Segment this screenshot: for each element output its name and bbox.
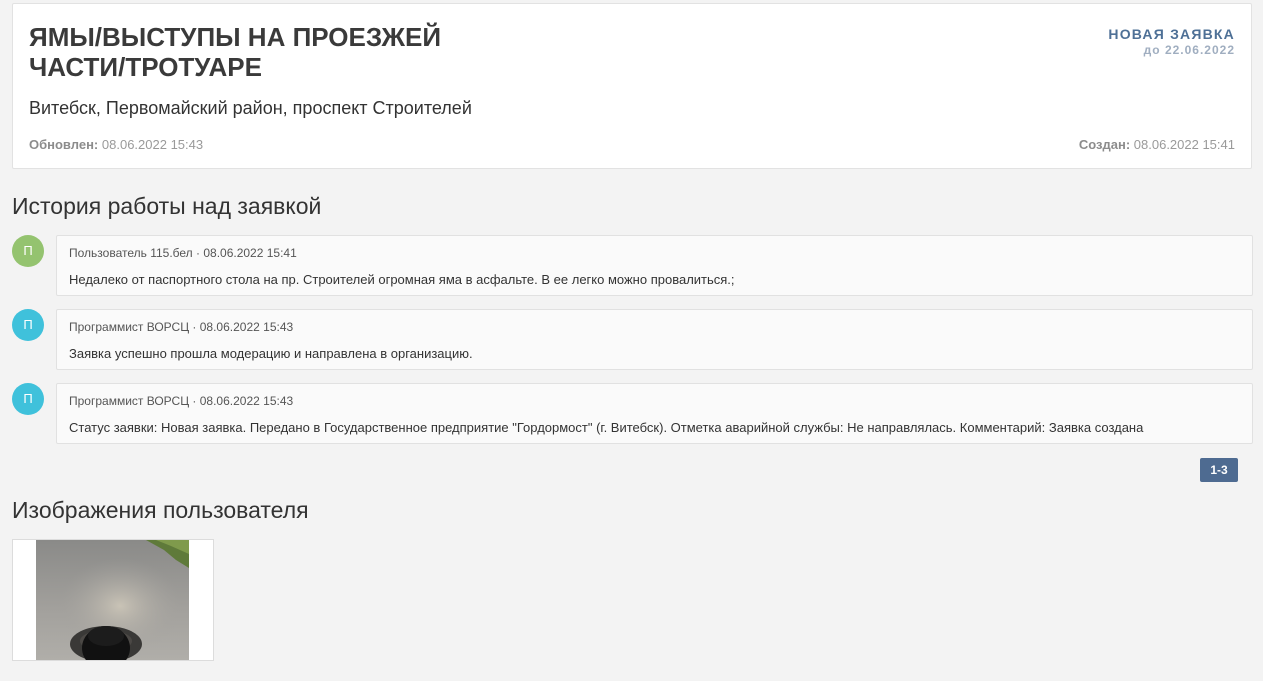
image-thumbnail[interactable] bbox=[12, 539, 214, 661]
request-card: ЯМЫ/ВЫСТУПЫ НА ПРОЕЗЖЕЙ ЧАСТИ/ТРОТУАРЕ Н… bbox=[12, 3, 1252, 169]
request-title: ЯМЫ/ВЫСТУПЫ НА ПРОЕЗЖЕЙ ЧАСТИ/ТРОТУАРЕ bbox=[29, 22, 442, 82]
avatar: П bbox=[12, 309, 44, 341]
entry-meta: Программист ВОРСЦ · 08.06.2022 15:43 bbox=[69, 320, 294, 334]
entry-text: Статус заявки: Новая заявка. Передано в … bbox=[69, 420, 1144, 435]
updated-label: Обновлен: bbox=[29, 137, 99, 152]
created-value: 08.06.2022 15:41 bbox=[1133, 137, 1235, 152]
request-address: Витебск, Первомайский район, проспект Ст… bbox=[29, 98, 472, 118]
history-entry: Программист ВОРСЦ · 08.06.2022 15:43 Ста… bbox=[56, 383, 1253, 444]
updated-value: 08.06.2022 15:43 bbox=[101, 137, 204, 152]
status-badge: НОВАЯ ЗАЯВКА bbox=[1108, 26, 1235, 42]
images-title: Изображения пользователя bbox=[12, 497, 309, 523]
entry-meta: Программист ВОРСЦ · 08.06.2022 15:43 bbox=[69, 394, 294, 408]
updated-info: Обновлен: 08.06.2022 15:43 bbox=[29, 137, 203, 152]
avatar: П bbox=[12, 383, 44, 415]
history-entry: Пользователь 115.бел · 08.06.2022 15:41 … bbox=[56, 235, 1253, 296]
entry-text: Недалеко от паспортного стола на пр. Стр… bbox=[69, 272, 735, 287]
avatar: П bbox=[12, 235, 44, 267]
entry-meta: Пользователь 115.бел · 08.06.2022 15:41 bbox=[69, 246, 297, 260]
history-title: История работы над заявкой bbox=[12, 193, 322, 219]
pagination-button[interactable]: 1-3 bbox=[1200, 458, 1238, 482]
history-entry: Программист ВОРСЦ · 08.06.2022 15:43 Зая… bbox=[56, 309, 1253, 370]
created-info: Создан: 08.06.2022 15:41 bbox=[1079, 137, 1235, 152]
status-block: НОВАЯ ЗАЯВКА до 22.06.2022 bbox=[1108, 26, 1235, 57]
entry-text: Заявка успешно прошла модерацию и направ… bbox=[69, 346, 473, 361]
created-label: Создан: bbox=[1078, 137, 1131, 152]
deadline-text: до 22.06.2022 bbox=[1143, 43, 1235, 57]
pothole-photo[interactable] bbox=[36, 540, 189, 660]
